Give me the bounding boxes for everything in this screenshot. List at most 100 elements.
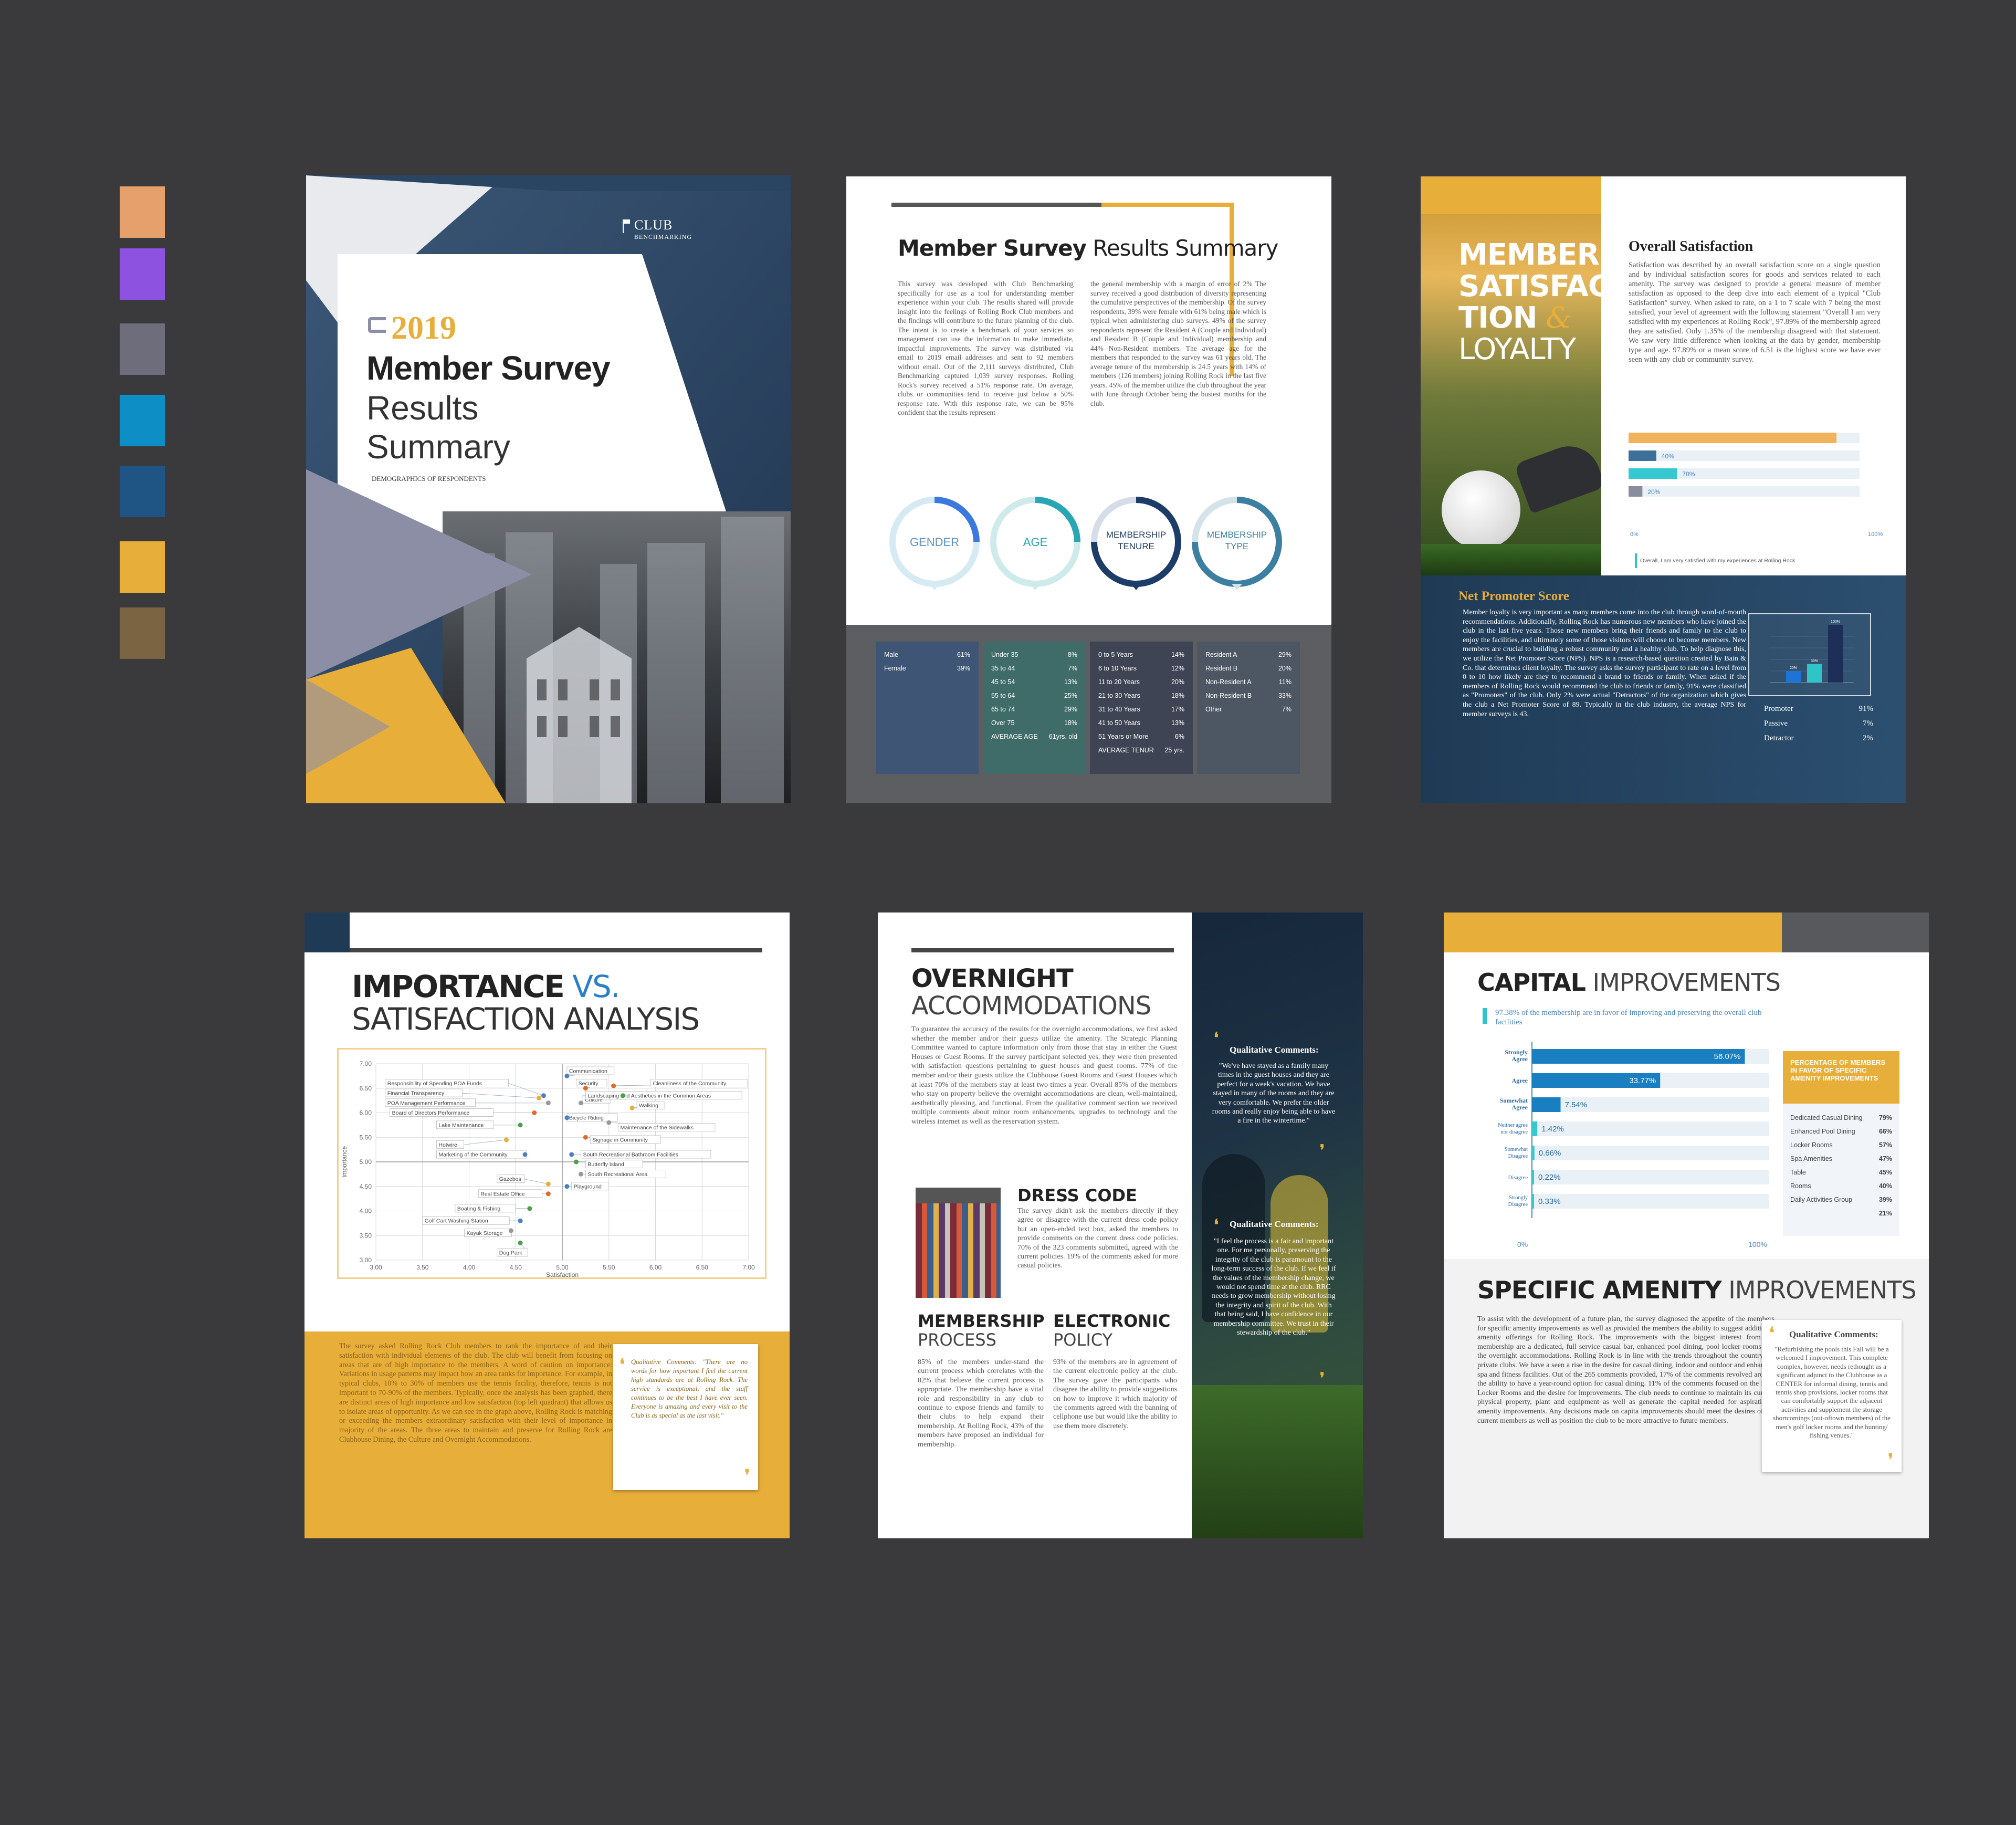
capital-page: CAPITAL IMPROVEMENTS 97.38% of the membe… — [1444, 912, 1929, 1538]
scatter-point-label: Maintenance of the Sidewalks — [621, 1125, 694, 1131]
scatter-x-tick: 4.50 — [510, 1264, 522, 1271]
cover-logo-mark-icon — [368, 317, 386, 333]
amenity-quote: "Refurbishing the pools this Fall will b… — [1773, 1345, 1891, 1440]
swatch-purple — [120, 248, 165, 300]
scatter-point — [545, 1100, 551, 1106]
demo-row-value: 6% — [1174, 733, 1184, 740]
scatter-point — [537, 1095, 542, 1100]
demo-row-label: 35 to 44 — [991, 665, 1015, 672]
scatter-point — [564, 1115, 570, 1120]
donut-type-label-1: MEMBERSHIP — [1206, 530, 1267, 540]
summary-top-rule — [891, 203, 1101, 207]
cap-bar-category: Neither agree — [1498, 1123, 1528, 1128]
imp-top-rule — [350, 948, 762, 952]
scatter-x-tick: 6.50 — [696, 1264, 709, 1271]
sat-bar-label: 40% — [1662, 453, 1674, 460]
cap-bar-value: 0.22% — [1538, 1173, 1561, 1182]
demo-row-value: 18% — [1064, 719, 1077, 727]
scatter-x-tick: 5.50 — [603, 1264, 615, 1271]
cap-top-bar-gold — [1444, 912, 1782, 952]
demo-row: AVERAGE TENUR 25 yrs. — [1098, 743, 1184, 757]
demo-row-value: 13% — [1064, 678, 1077, 686]
demo-row-value: 25% — [1064, 692, 1077, 699]
swatch-gold — [120, 541, 165, 593]
cap-bar-bg — [1532, 1194, 1769, 1209]
swatch-orange — [120, 186, 165, 238]
amenity-title-light: IMPROVEMENTS — [1728, 1276, 1916, 1304]
demo-row-value: 29% — [1064, 706, 1077, 713]
scatter-point — [504, 1137, 509, 1142]
scatter-point — [522, 1152, 528, 1157]
scatter-x-tick: 3.50 — [416, 1264, 429, 1271]
scatter-point-label: Hotwire — [438, 1142, 457, 1148]
scatter-point-label: Signage in Community — [592, 1137, 648, 1143]
cap-bar — [1532, 1097, 1561, 1112]
favor-row: Daily Activities Group 39% — [1790, 1193, 1892, 1207]
cap-bar-bg — [1532, 1170, 1769, 1184]
cap-axis-min: 0% — [1517, 1240, 1528, 1249]
cap-bar-category: Strongly — [1509, 1195, 1528, 1201]
amenity-text: To assist with the development of a futu… — [1477, 1315, 1774, 1425]
on-title-2: ACCOMMODATIONS — [911, 991, 1151, 1021]
cap-bar-value: 1.42% — [1541, 1125, 1564, 1134]
swatch-navy — [120, 466, 165, 517]
summary-col-2: the general membership with a margin of … — [1090, 280, 1266, 407]
demo-row-value: 7% — [1282, 706, 1292, 713]
scatter-point-label: Bicycle Riding — [569, 1115, 604, 1121]
favor-header: PERCENTAGE OF MEMBERS IN FAVOR OF SPECIF… — [1783, 1051, 1899, 1104]
nps-row-label: Passive — [1764, 719, 1788, 728]
scatter-point-label: Kayak Storage — [467, 1230, 503, 1236]
nps-row: Passive 7% — [1764, 716, 1873, 731]
demo-row-value: 7% — [1067, 665, 1077, 672]
demo-row-value: 25 yrs. — [1164, 747, 1184, 754]
demo-row: Female 39% — [884, 662, 970, 675]
cap-bar-bg — [1532, 1121, 1769, 1136]
scatter-x-tick: 3.00 — [370, 1264, 382, 1271]
cap-note-marker — [1483, 1008, 1487, 1024]
cover-title-2: Results — [366, 389, 479, 427]
cap-bar-value: 33.77% — [1629, 1076, 1656, 1085]
ele-text: 93% of the members are in agreement of t… — [1053, 1358, 1178, 1430]
scatter-point-label: Butterfly Island — [587, 1161, 624, 1168]
demo-row-label: 51 Years or More — [1098, 733, 1149, 740]
favor-row-value: 79% — [1878, 1114, 1892, 1121]
scatter-point — [508, 1228, 513, 1233]
cap-title: CAPITAL IMPROVEMENTS — [1477, 968, 1781, 997]
swatch-brown — [120, 607, 165, 659]
scatter-point — [545, 1191, 551, 1197]
summary-page: Member Survey Results Summary This surve… — [846, 176, 1331, 803]
mem-title: MEMBERSHIP PROCESS — [918, 1312, 1045, 1349]
cap-bar-category: Agree — [1512, 1104, 1528, 1111]
scatter-point-label: Board of Directors Performance — [392, 1110, 470, 1116]
demo-row: 21 to 30 Years 18% — [1098, 689, 1184, 702]
amenity-title-bold: SPECIFIC AMENITY — [1477, 1276, 1722, 1304]
demo-row-value: 29% — [1278, 651, 1292, 658]
scatter-point-label: Financial Transparency — [387, 1090, 445, 1097]
overnight-page: OVERNIGHT ACCOMMODATIONS To guarantee th… — [878, 912, 1363, 1538]
demo-row-value: 61% — [957, 651, 970, 658]
cover-title-1: Member Survey — [366, 349, 611, 387]
nps-row-value: 91% — [1858, 704, 1874, 713]
cover-graphics — [306, 175, 791, 803]
satisfaction-page: MEMBER SATISFAC- TION & LOYALTY Overall … — [1421, 176, 1906, 803]
scatter-x-tick: 5.00 — [556, 1264, 569, 1271]
scatter-point-label: Gazebos — [499, 1176, 521, 1182]
favor-row: Dedicated Casual Dining 79% — [1790, 1111, 1892, 1125]
nps-chart-box: 20% 39% 100% — [1748, 613, 1871, 696]
demo-tenure-list: 0 to 5 Years 14% 6 to 10 Years 12% 11 to 20 … — [1098, 648, 1184, 757]
swatch-gray — [120, 323, 165, 375]
ele-title: ELECTRONIC POLICY — [1053, 1312, 1170, 1349]
cap-bar-category: Strongly — [1505, 1048, 1528, 1056]
on-quote-1: "We've have stayed as a family many time… — [1212, 1062, 1336, 1125]
dress-text: The survey didn't ask the members direct… — [1017, 1207, 1178, 1270]
overall-text: Satisfaction was described by an overall… — [1629, 261, 1881, 364]
demo-row-value: 12% — [1171, 665, 1184, 672]
demo-row: 6 to 10 Years 12% — [1098, 662, 1184, 675]
scatter-point — [574, 1159, 579, 1165]
scatter-leader — [462, 1093, 539, 1098]
scatter-point — [579, 1171, 583, 1177]
scatter-point-label: Golf Cart Washing Station — [425, 1218, 488, 1224]
cap-bar-category: Disagree — [1508, 1175, 1528, 1181]
imp-title-b: VS. — [572, 969, 620, 1004]
demo-row-label: AVERAGE AGE — [991, 733, 1038, 740]
